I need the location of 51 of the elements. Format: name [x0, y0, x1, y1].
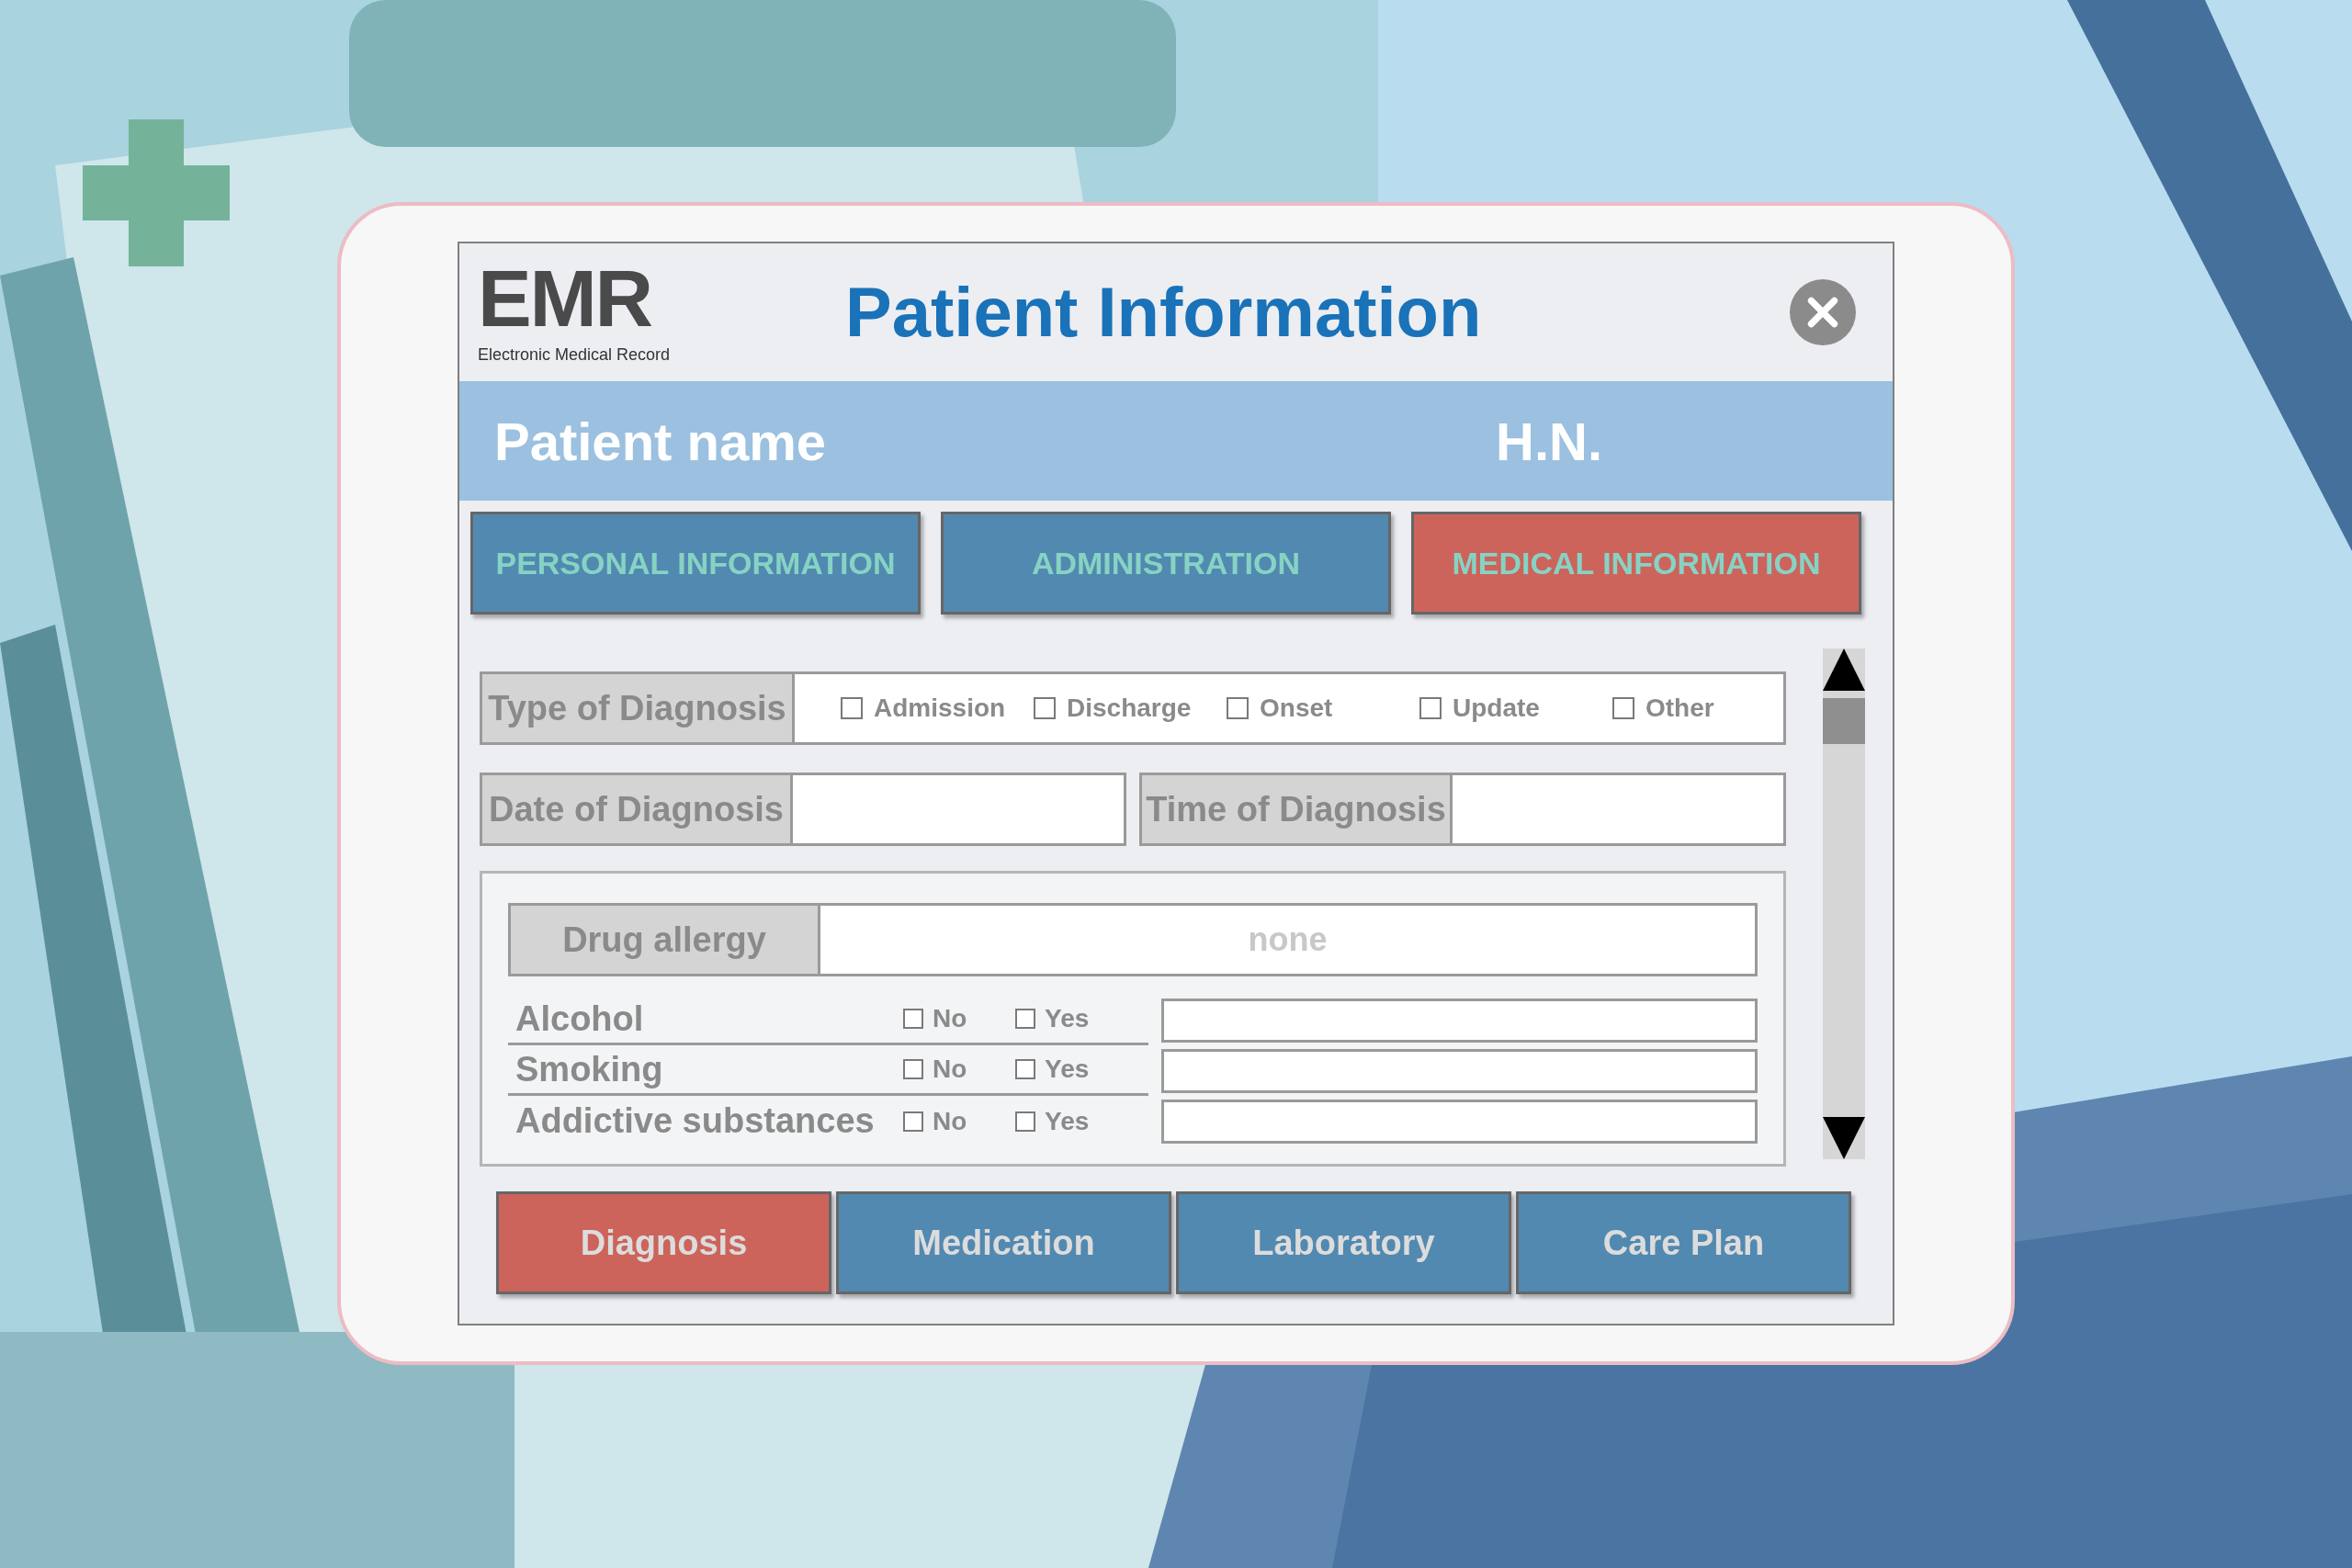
section-tab[interactable]: MEDICAL INFORMATION [1411, 512, 1861, 615]
option-label: No [933, 1003, 967, 1034]
input-field[interactable] [1160, 998, 1758, 1043]
input-field[interactable] [1160, 1099, 1758, 1144]
option-label: Other [1645, 693, 1714, 724]
checkbox[interactable] [1015, 1111, 1035, 1132]
option-label: Admission [874, 693, 1006, 724]
section-tab[interactable]: ADMINISTRATION [941, 512, 1391, 615]
patient-name-label: Patient name [494, 410, 827, 473]
input-field[interactable] [793, 773, 1126, 846]
checkbox[interactable] [1015, 1009, 1035, 1029]
bottom-tab[interactable]: Care Plan [1516, 1191, 1851, 1294]
bottom-tab[interactable]: Medication [836, 1191, 1171, 1294]
field-label: Type of Diagnosis [482, 674, 795, 742]
section-tab[interactable]: PERSONAL INFORMATION [470, 512, 921, 615]
checkbox[interactable] [903, 1059, 923, 1079]
scrollbar[interactable] [1823, 649, 1865, 1159]
checkbox[interactable] [841, 697, 863, 719]
field-label: Date of Diagnosis [480, 773, 793, 846]
field-label: Drug allergy [508, 903, 820, 976]
window-title: Patient Information [845, 272, 1482, 353]
field-label: Time of Diagnosis [1139, 773, 1453, 846]
down-arrow-icon[interactable] [1823, 1117, 1865, 1159]
checkbox[interactable] [1612, 697, 1634, 719]
option-label: Update [1453, 693, 1540, 724]
checkbox[interactable] [903, 1009, 923, 1029]
habit-label: Smoking [514, 1048, 664, 1090]
input-field[interactable] [1160, 1048, 1758, 1093]
checkbox[interactable] [903, 1111, 923, 1132]
option-label: No [933, 1054, 967, 1085]
option-label: Yes [1045, 1054, 1090, 1085]
option-label: Discharge [1067, 693, 1192, 724]
option-label: Yes [1045, 1105, 1090, 1137]
scroll-thumb[interactable] [1823, 698, 1865, 744]
option-label: Onset [1260, 693, 1333, 724]
close-icon [1806, 296, 1839, 329]
logo-text: EMR [478, 257, 652, 339]
checkbox[interactable] [1419, 697, 1442, 719]
option-label: No [933, 1105, 967, 1137]
habit-label: Alcohol [514, 998, 645, 1040]
habit-label: Addictive substances [514, 1100, 876, 1142]
hn-label: H.N. [1496, 410, 1602, 473]
input-field[interactable] [1453, 773, 1786, 846]
bottom-tab[interactable]: Diagnosis [496, 1191, 831, 1294]
checkbox[interactable] [1227, 697, 1249, 719]
option-label: Yes [1045, 1003, 1090, 1034]
bottom-tab[interactable]: Laboratory [1176, 1191, 1511, 1294]
checkbox[interactable] [1034, 697, 1056, 719]
up-arrow-icon[interactable] [1823, 649, 1865, 691]
logo-subtitle: Electronic Medical Record [478, 344, 672, 366]
checkbox[interactable] [1015, 1059, 1035, 1079]
